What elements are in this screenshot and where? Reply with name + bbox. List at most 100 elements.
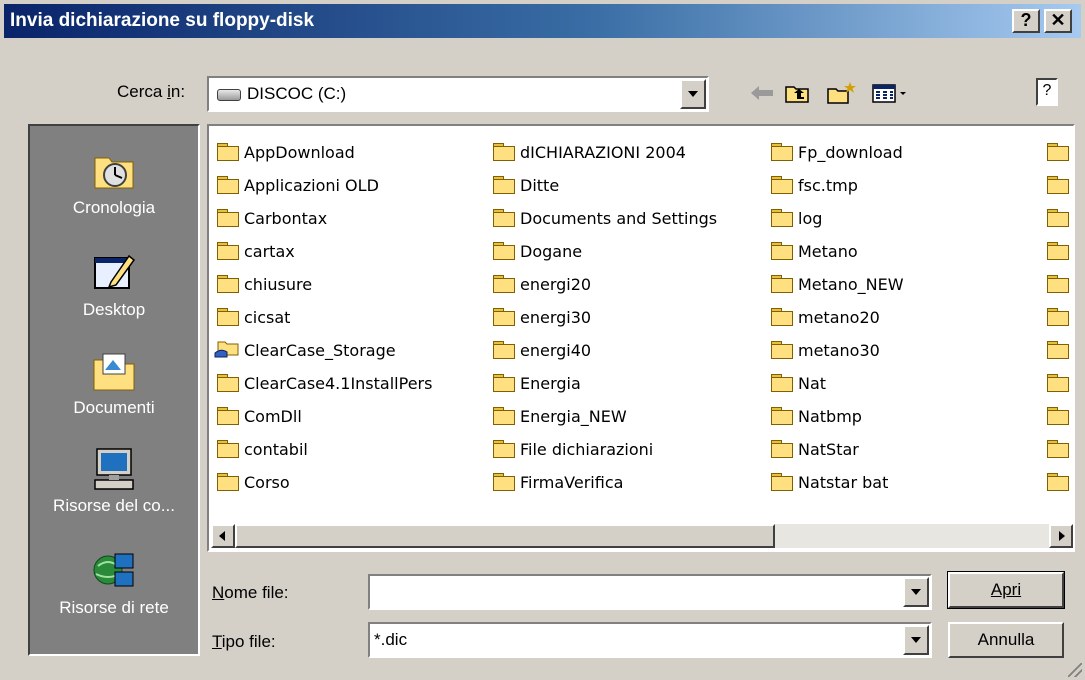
folder-item[interactable]: Corso	[217, 466, 432, 499]
new-folder-icon[interactable]	[826, 81, 858, 105]
folder-name: Nat	[798, 374, 827, 393]
help-icon[interactable]: ?	[1036, 78, 1058, 106]
file-column: AppDownload Applicazioni OLD Carbontax c…	[214, 136, 432, 499]
folder-name: Natstar bat	[798, 473, 889, 492]
folder-item[interactable]: AppDownload	[217, 136, 432, 169]
folder-item[interactable]: Metano	[771, 235, 904, 268]
folder-icon	[771, 242, 793, 260]
folder-item[interactable]: File dichiarazioni	[493, 433, 717, 466]
folder-name: fsc.tmp	[798, 176, 858, 195]
folder-item[interactable]: energi40	[493, 334, 717, 367]
folder-item[interactable]: energi30	[493, 301, 717, 334]
folder-icon	[771, 143, 793, 161]
place-history[interactable]: Cronologia	[30, 148, 198, 218]
scroll-left-button[interactable]	[211, 524, 235, 548]
folder-item[interactable]	[1047, 466, 1073, 499]
folder-name: ComDll	[244, 407, 302, 426]
folder-item[interactable]: Ditte	[493, 169, 717, 202]
scroll-thumb[interactable]	[235, 524, 775, 548]
folder-item[interactable]: metano30	[771, 334, 904, 367]
scroll-right-button[interactable]	[1049, 524, 1073, 548]
folder-item[interactable]	[1047, 268, 1073, 301]
filename-label: Nome file:	[212, 583, 289, 603]
filename-input[interactable]	[374, 580, 894, 604]
place-my-computer[interactable]: Risorse del co...	[30, 446, 198, 516]
folder-item[interactable]: log	[771, 202, 904, 235]
folder-item[interactable]: Energia_NEW	[493, 400, 717, 433]
close-button[interactable]: ✕	[1044, 9, 1072, 33]
resize-grip[interactable]	[1068, 663, 1082, 677]
filename-dropdown-button[interactable]	[903, 577, 929, 607]
filename-combo[interactable]	[368, 574, 932, 610]
folder-item[interactable]: Energia	[493, 367, 717, 400]
folder-item[interactable]: Documents and Settings	[493, 202, 717, 235]
folder-icon	[217, 176, 239, 194]
place-label: Risorse del co...	[53, 496, 175, 515]
place-label: Documenti	[73, 398, 155, 417]
folder-item[interactable]	[1047, 235, 1073, 268]
file-list[interactable]: AppDownload Applicazioni OLD Carbontax c…	[207, 124, 1075, 552]
folder-item[interactable]: dICHIARAZIONI 2004	[493, 136, 717, 169]
folder-item[interactable]: NatStar	[771, 433, 904, 466]
folder-item[interactable]: metano20	[771, 301, 904, 334]
folder-name: ClearCase_Storage	[244, 341, 396, 360]
folder-item[interactable]: Natbmp	[771, 400, 904, 433]
folder-name: Metano_NEW	[798, 275, 904, 294]
filetype-dropdown-button[interactable]	[903, 625, 929, 655]
folder-icon	[771, 341, 793, 359]
folder-item[interactable]: energi20	[493, 268, 717, 301]
folder-item[interactable]	[1047, 202, 1073, 235]
cancel-button[interactable]: Annulla	[948, 622, 1064, 658]
folder-icon	[1047, 374, 1069, 392]
folder-item[interactable]: FirmaVerifica	[493, 466, 717, 499]
folder-item[interactable]: Carbontax	[217, 202, 432, 235]
folder-name: Applicazioni OLD	[244, 176, 379, 195]
folder-icon	[493, 242, 515, 260]
back-arrow-icon[interactable]	[748, 81, 776, 105]
look-in-dropdown-button[interactable]	[680, 79, 706, 109]
folder-name: NatStar	[798, 440, 859, 459]
documents-icon	[93, 353, 135, 391]
folder-item[interactable]: Dogane	[493, 235, 717, 268]
folder-item[interactable]: Applicazioni OLD	[217, 169, 432, 202]
filetype-value: *.dic	[374, 630, 408, 649]
folder-item[interactable]: cartax	[217, 235, 432, 268]
place-network[interactable]: Risorse di rete	[30, 548, 198, 618]
help-button[interactable]: ?	[1012, 9, 1040, 33]
history-icon	[94, 157, 134, 189]
folder-item[interactable]	[1047, 367, 1073, 400]
file-column: Fp_download fsc.tmp log Metano Metano_NE…	[771, 136, 904, 499]
folder-item[interactable]	[1047, 169, 1073, 202]
folder-item[interactable]	[1047, 301, 1073, 334]
look-in-label: Cerca in:	[117, 82, 185, 102]
title-bar[interactable]: Invia dichiarazione su floppy-disk ? ✕	[4, 4, 1081, 38]
up-folder-icon[interactable]	[784, 81, 812, 105]
folder-icon	[771, 275, 793, 293]
folder-name: Corso	[244, 473, 290, 492]
folder-item[interactable]: ClearCase4.1InstallPers	[217, 367, 432, 400]
folder-item[interactable]: Natstar bat	[771, 466, 904, 499]
look-in-combo[interactable]: DISCOC (C:)	[207, 76, 709, 112]
folder-item[interactable]	[1047, 136, 1073, 169]
folder-item[interactable]: ComDll	[217, 400, 432, 433]
view-menu-icon[interactable]	[870, 81, 910, 105]
folder-item[interactable]: cicsat	[217, 301, 432, 334]
folder-item[interactable]: Metano_NEW	[771, 268, 904, 301]
horizontal-scrollbar[interactable]	[211, 524, 1073, 548]
folder-item[interactable]: fsc.tmp	[771, 169, 904, 202]
place-documents[interactable]: Documenti	[30, 348, 198, 418]
filetype-combo[interactable]: *.dic	[368, 622, 932, 658]
folder-item[interactable]	[1047, 433, 1073, 466]
place-label: Desktop	[82, 300, 146, 319]
desktop-icon	[94, 254, 136, 289]
folder-item[interactable]	[1047, 334, 1073, 367]
folder-item[interactable]: Fp_download	[771, 136, 904, 169]
folder-item[interactable]: chiusure	[217, 268, 432, 301]
folder-item[interactable]	[1047, 400, 1073, 433]
place-desktop[interactable]: Desktop	[30, 250, 198, 320]
folder-item[interactable]: Nat	[771, 367, 904, 400]
folder-item[interactable]: contabil	[217, 433, 432, 466]
open-button[interactable]: Apri	[947, 571, 1065, 609]
folder-item[interactable]: ClearCase_Storage	[214, 334, 432, 367]
folder-name: AppDownload	[244, 143, 355, 162]
